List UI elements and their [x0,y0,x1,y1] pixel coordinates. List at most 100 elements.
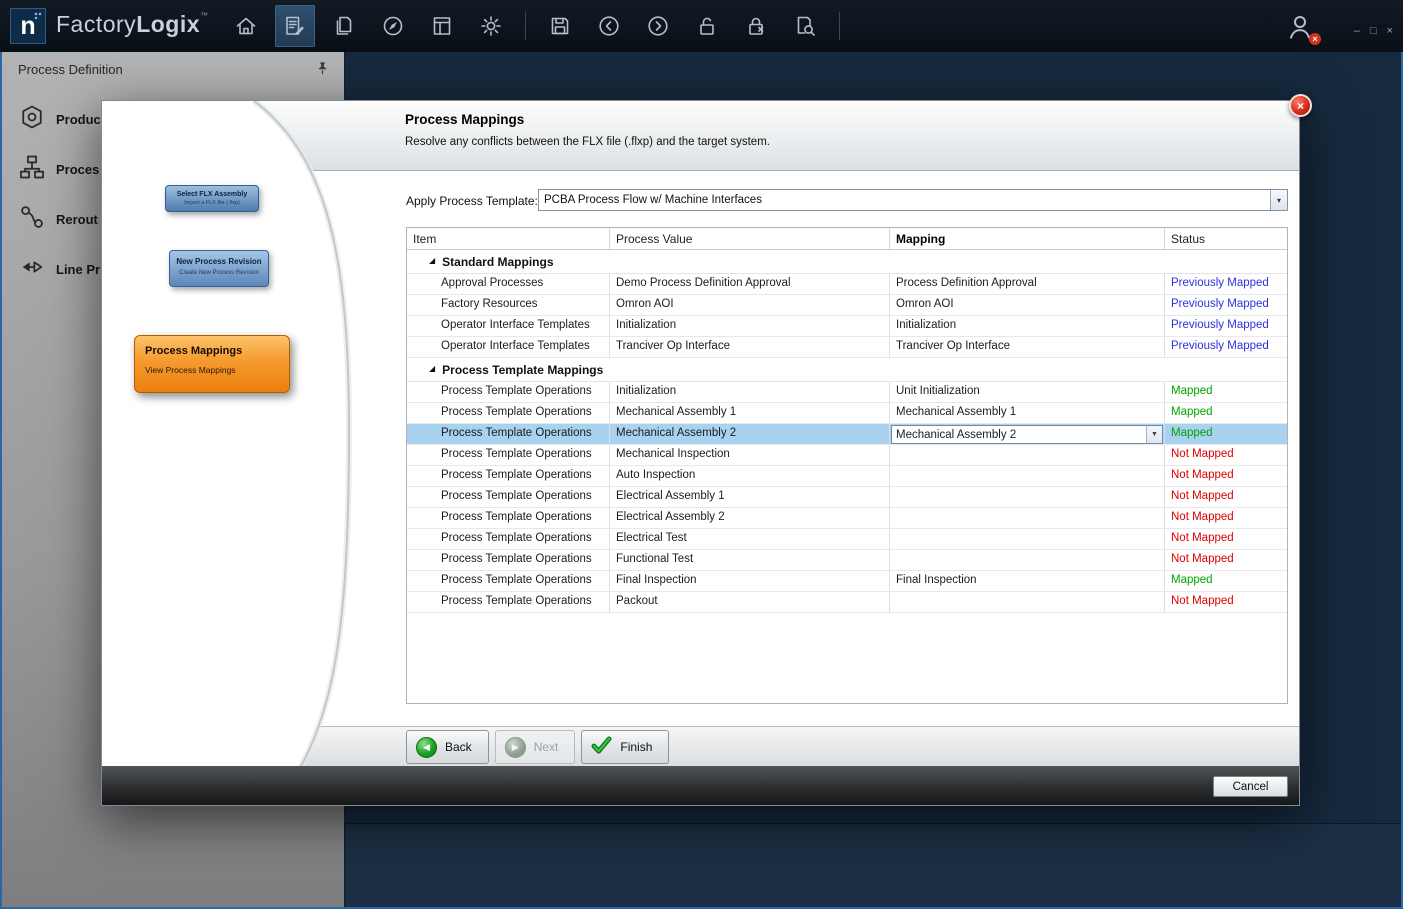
group-expander-icon[interactable]: ◢ [429,256,435,265]
table-row[interactable]: Process Template OperationsFinal Inspect… [407,571,1287,592]
wizard-step-select-flx-assembly: Select FLX Assembly Import a FLX file (.f… [165,185,259,212]
process-edit-icon[interactable] [275,5,315,47]
table-row[interactable]: Process Template OperationsElectrical Te… [407,529,1287,550]
cell-item: Operator Interface Templates [407,337,610,357]
logout-badge-icon: × [1309,33,1321,45]
table-row[interactable]: Approval ProcessesDemo Process Definitio… [407,274,1287,295]
unlock-icon[interactable] [687,5,727,47]
dialog-title-block: Process Mappings Resolve any conflicts b… [405,112,770,148]
wizard-step-title: Select FLX Assembly [166,191,258,198]
chevron-down-icon[interactable]: ▾ [1270,190,1287,210]
table-row[interactable]: Process Template OperationsMechanical As… [407,403,1287,424]
group-name: Process Template Mappings [442,363,603,377]
forward-circle-icon[interactable] [638,5,678,47]
gear-icon[interactable] [471,5,511,47]
save-icon[interactable] [540,5,580,47]
cell-status: Not Mapped [1165,592,1287,612]
toolbar-separator [839,12,840,40]
wizard-step-new-process-revision: New Process RevisionCreate New Process R… [169,250,269,287]
home-icon[interactable] [226,5,266,47]
cell-mapping [890,445,1165,465]
cell-status: Previously Mapped [1165,274,1287,294]
cell-mapping: Mechanical Assembly 1 [890,403,1165,423]
process-template-dropdown[interactable]: PCBA Process Flow w/ Machine Interfaces … [538,189,1288,211]
document-search-icon[interactable] [785,5,825,47]
back-circle-icon[interactable] [589,5,629,47]
report-icon[interactable] [422,5,462,47]
line-process-icon [18,253,46,286]
mapping-dropdown-value: Mechanical Assembly 2 [892,429,1146,441]
group-header-process-template-mappings[interactable]: ◢ Process Template Mappings [407,358,1287,382]
cell-item: Process Template Operations [407,487,610,507]
table-row[interactable]: Process Template OperationsInitializatio… [407,382,1287,403]
cell-process-value: Packout [610,592,890,612]
sidebar-item-label: Produc [56,112,101,127]
process-icon [18,153,46,186]
back-button[interactable]: ◀ Back [406,730,489,764]
group-header-standard-mappings[interactable]: ◢ Standard Mappings [407,250,1287,274]
cell-status: Not Mapped [1165,529,1287,549]
table-row[interactable]: Process Template OperationsElectrical As… [407,487,1287,508]
cell-mapping [890,508,1165,528]
cell-process-value: Final Inspection [610,571,890,591]
dialog-subtitle: Resolve any conflicts between the FLX fi… [405,136,770,148]
cell-item: Operator Interface Templates [407,316,610,336]
mapping-table-head: ItemProcess ValueMappingStatus [407,228,1287,250]
process-mappings-dialog: Select FLX Assembly Import a FLX file (.f… [101,100,1300,806]
cell-status: Mapped [1165,424,1287,444]
maximize-button[interactable]: □ [1370,26,1377,37]
cancel-button[interactable]: Cancel [1213,776,1288,797]
mapping-dropdown[interactable]: Mechanical Assembly 2▼ [891,425,1163,444]
chevron-down-icon[interactable]: ▼ [1146,426,1162,443]
table-row[interactable]: Process Template OperationsPackoutNot Ma… [407,592,1287,613]
apply-template-row: Apply Process Template: PCBA Process Flo… [406,189,1288,213]
dialog-close-button[interactable]: × [1289,94,1312,117]
table-row[interactable]: Operator Interface Templates Tranciver Op… [407,337,1287,358]
next-button[interactable]: ▶ Next [495,730,576,764]
table-row[interactable]: Factory ResourcesOmron AOIOmron AOIPrevi… [407,295,1287,316]
user-logout-icon[interactable]: × [1285,12,1317,44]
column-header-status: Status [1165,228,1287,249]
pin-icon[interactable] [315,61,330,79]
column-header-process-value: Process Value [610,228,890,249]
cell-item: Process Template Operations [407,550,610,570]
lock-icon[interactable] [736,5,776,47]
app-title: FactoryLogix™ [56,11,209,38]
cell-process-value: Functional Test [610,550,890,570]
finish-button[interactable]: Finish [581,730,669,764]
table-row[interactable]: Process Template OperationsAuto Inspecti… [407,466,1287,487]
compass-icon[interactable] [373,5,413,47]
group-expander-icon[interactable]: ◢ [429,364,435,373]
group-name: Standard Mappings [442,255,553,269]
cell-item: Process Template Operations [407,466,610,486]
cell-process-value: Initialization [610,316,890,336]
table-row[interactable]: Process Template OperationsFunctional Te… [407,550,1287,571]
close-button[interactable]: × [1387,26,1393,37]
minimize-button[interactable]: – [1354,26,1360,37]
cell-status: Mapped [1165,403,1287,423]
mapping-table-body: ◢ Standard Mappings Approval ProcessesDemo… [407,250,1287,613]
sidebar-item-label: Rerout [56,212,98,227]
cell-status: Previously Mapped [1165,295,1287,315]
app-logo-icon: n [10,8,46,44]
pages-icon[interactable] [324,5,364,47]
workspace-lower-band [346,823,1401,907]
column-header-mapping: Mapping [890,228,1165,249]
cell-mapping: Tranciver Op Interface [890,337,1165,357]
cell-process-value: Demo Process Definition Approval [610,274,890,294]
table-row[interactable]: Process Template OperationsElectrical As… [407,508,1287,529]
cell-mapping: Mechanical Assembly 2▼ [890,424,1165,444]
cell-item: Process Template Operations [407,571,610,591]
sidebar-item-label: Proces [56,162,99,177]
table-row[interactable]: Process Template OperationsMechanical In… [407,445,1287,466]
cell-item: Factory Resources [407,295,610,315]
cell-status: Not Mapped [1165,466,1287,486]
table-row[interactable]: Process Template OperationsMechanical As… [407,424,1287,445]
cell-mapping [890,550,1165,570]
toolbar [226,4,845,48]
table-row[interactable]: Operator Interface TemplatesInitializati… [407,316,1287,337]
cell-status: Not Mapped [1165,445,1287,465]
wizard-step-subtitle: Import a FLX file (.flxp) [166,200,258,206]
wizard-step-process-mappings[interactable]: Process MappingsView Process Mappings [134,335,290,393]
cell-mapping: Final Inspection [890,571,1165,591]
